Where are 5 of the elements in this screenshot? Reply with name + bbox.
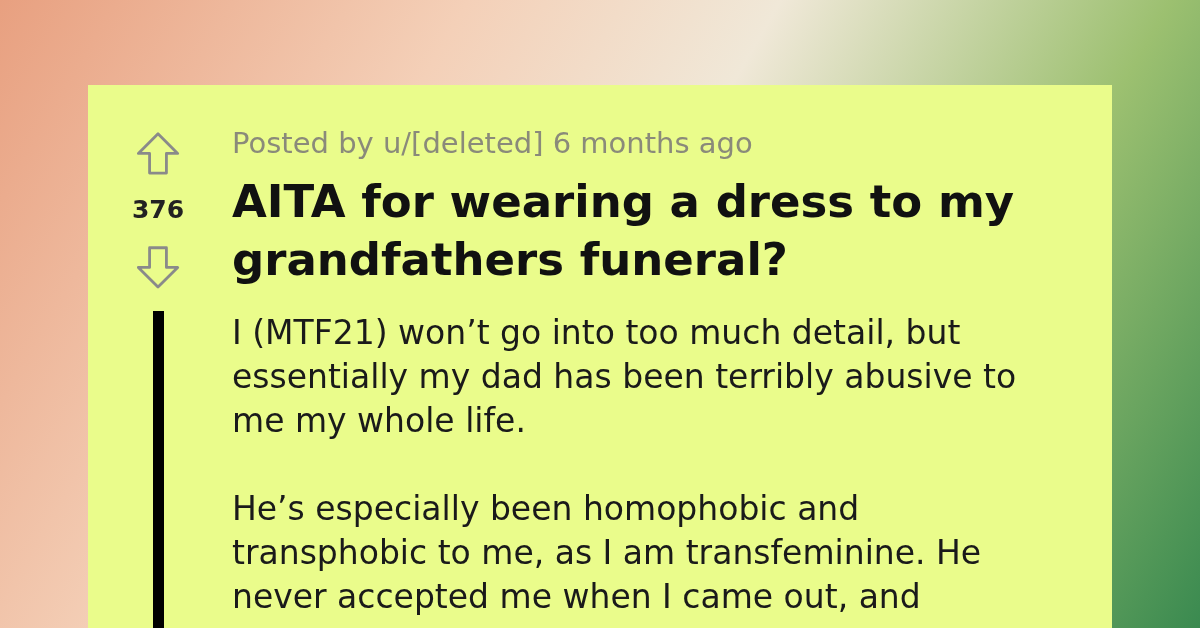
post-title: AITA for wearing a dress to my grandfathers funeral?: [232, 174, 1016, 288]
body-paragraph: I (MTF21) won’t go into too much detail, but essentially my dad has been terribly abusive to me my whole life.: [232, 312, 1018, 442]
post-meta: Posted by u/[deleted] 6 months ago: [232, 125, 754, 161]
body-paragraph: He’s especially been homophobic and transphobic to me, as I am transfeminine. He never accepted me when I came out, and: [232, 488, 983, 618]
vote-count: 376: [131, 194, 185, 224]
